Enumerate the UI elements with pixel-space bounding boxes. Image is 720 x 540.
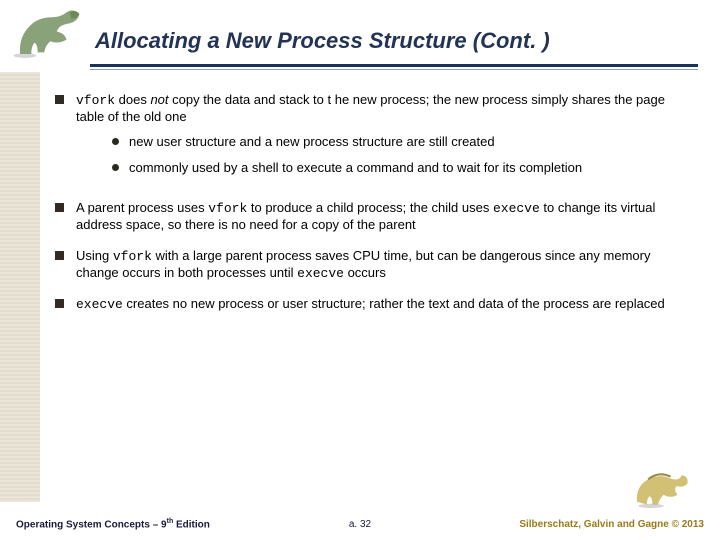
square-bullet-icon bbox=[55, 95, 64, 104]
bullet-text: A parent process uses vfork to produce a… bbox=[76, 200, 690, 234]
code-span: vfork bbox=[113, 249, 152, 264]
code-span: execve bbox=[493, 201, 540, 216]
slide-number: a. 32 bbox=[349, 519, 371, 530]
footer-text: Operating System Concepts – 9 bbox=[16, 519, 167, 530]
title-underline-thin bbox=[90, 69, 698, 70]
bullet-text: Using vfork with a large parent process … bbox=[76, 248, 690, 283]
slide-footer: Operating System Concepts – 9th Edition … bbox=[0, 506, 720, 540]
code-span: execve bbox=[297, 266, 344, 281]
bullet-item: A parent process uses vfork to produce a… bbox=[55, 200, 690, 234]
square-bullet-icon bbox=[55, 203, 64, 212]
sub-bullet-text: commonly used by a shell to execute a co… bbox=[129, 160, 582, 176]
italic-span: not bbox=[150, 92, 168, 107]
text-span: creates no new process or user structure… bbox=[123, 296, 665, 311]
slide-title: Allocating a New Process Structure (Cont… bbox=[95, 28, 720, 54]
dot-bullet-icon bbox=[112, 138, 119, 145]
bullet-text: execve creates no new process or user st… bbox=[76, 296, 690, 313]
code-span: execve bbox=[76, 297, 123, 312]
dinosaur-top-icon bbox=[8, 6, 93, 62]
text-span: A parent process uses bbox=[76, 200, 208, 215]
footer-text: Edition bbox=[173, 519, 210, 530]
slide-content: vfork does not copy the data and stack t… bbox=[55, 92, 690, 490]
text-span: does bbox=[115, 92, 150, 107]
footer-copyright: Silberschatz, Galvin and Gagne © 2013 bbox=[519, 519, 704, 530]
dot-bullet-icon bbox=[112, 164, 119, 171]
title-underline bbox=[90, 64, 698, 67]
sub-bullet-item: new user structure and a new process str… bbox=[112, 134, 690, 150]
sub-bullet-item: commonly used by a shell to execute a co… bbox=[112, 160, 690, 176]
bullet-item: vfork does not copy the data and stack t… bbox=[55, 92, 690, 186]
sub-bullet-text: new user structure and a new process str… bbox=[129, 134, 495, 150]
square-bullet-icon bbox=[55, 299, 64, 308]
text-span: occurs bbox=[344, 265, 386, 280]
bullet-item: execve creates no new process or user st… bbox=[55, 296, 690, 313]
code-span: vfork bbox=[208, 201, 247, 216]
footer-left: Operating System Concepts – 9th Edition bbox=[16, 518, 210, 530]
bullet-text: vfork does not copy the data and stack t… bbox=[76, 92, 690, 186]
square-bullet-icon bbox=[55, 251, 64, 260]
text-span: Using bbox=[76, 248, 113, 263]
slide-header: Allocating a New Process Structure (Cont… bbox=[0, 0, 720, 78]
side-texture-strip bbox=[0, 72, 40, 502]
bullet-item: Using vfork with a large parent process … bbox=[55, 248, 690, 283]
code-span: vfork bbox=[76, 93, 115, 108]
text-span: to produce a child process; the child us… bbox=[247, 200, 493, 215]
sub-list: new user structure and a new process str… bbox=[112, 134, 690, 177]
dinosaur-bottom-icon bbox=[630, 462, 700, 512]
